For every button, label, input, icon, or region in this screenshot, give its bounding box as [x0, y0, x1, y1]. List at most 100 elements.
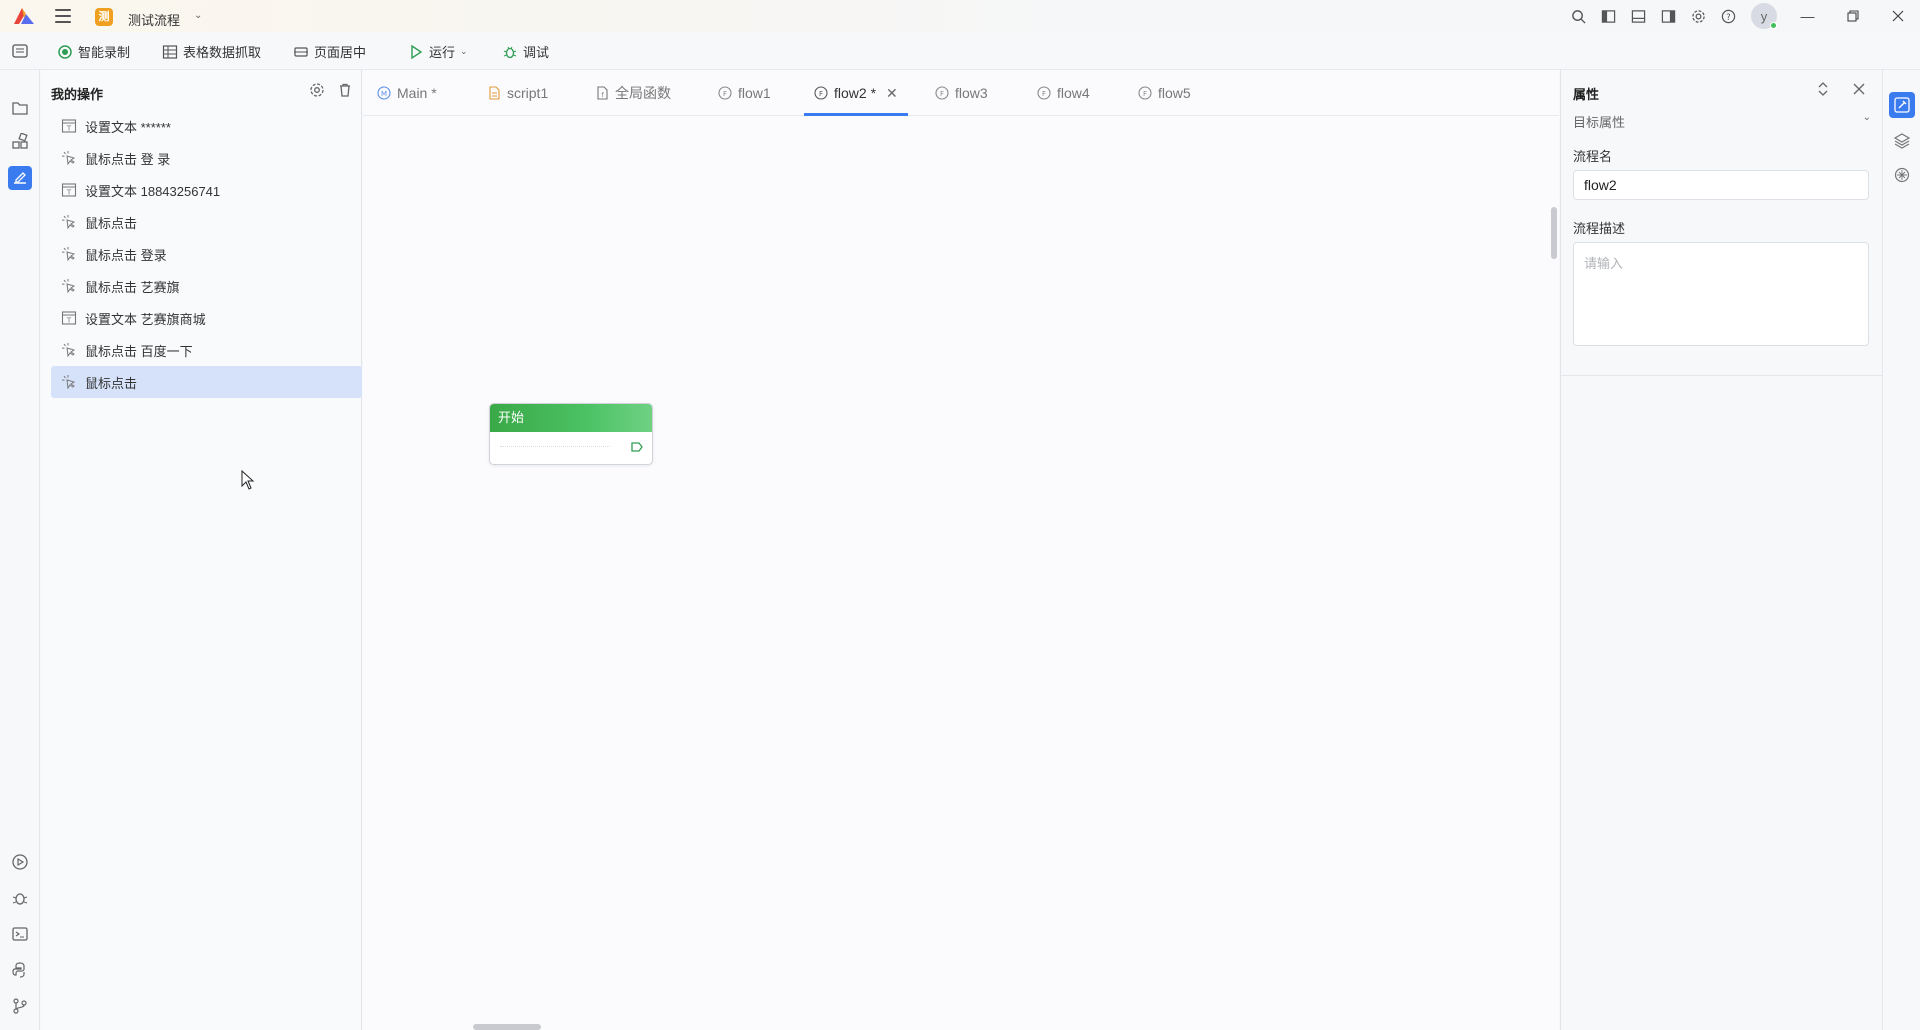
svg-text:T: T	[66, 125, 72, 133]
svg-text:F: F	[940, 90, 944, 98]
minimize-button[interactable]: —	[1785, 0, 1830, 32]
run-button[interactable]: 运行 ⌄	[408, 42, 468, 61]
tab-flow3[interactable]: F flow3	[935, 70, 988, 116]
list-item[interactable]: 鼠标点击	[51, 366, 362, 398]
flow-desc-textarea[interactable]	[1573, 242, 1869, 346]
tab-flow5[interactable]: F flow5	[1138, 70, 1191, 116]
toggle-left-panel-icon[interactable]	[1593, 0, 1623, 32]
my-operations-icon[interactable]	[8, 166, 32, 190]
toggle-right-panel-icon[interactable]	[1653, 0, 1683, 32]
list-item[interactable]: 鼠标点击 登 录	[51, 142, 362, 174]
list-item-label: 设置文本 ******	[85, 119, 171, 135]
tab-label: 全局函数	[615, 85, 671, 101]
tab-flow1[interactable]: F flow1	[718, 70, 771, 116]
list-item[interactable]: T 设置文本 ******	[51, 110, 362, 142]
list-item[interactable]: 鼠标点击 百度一下	[51, 334, 362, 366]
table-capture-button[interactable]: 表格数据抓取	[162, 42, 261, 61]
list-item-label: 设置文本 艺赛旗商城	[85, 311, 206, 327]
right-tool-strip	[1882, 70, 1920, 1030]
list-item[interactable]: 鼠标点击 登录	[51, 238, 362, 270]
settings-gear-icon[interactable]	[1683, 0, 1713, 32]
vertical-scrollbar[interactable]	[1551, 207, 1557, 259]
smart-record-button[interactable]: 智能录制	[57, 42, 130, 61]
trash-icon[interactable]	[337, 82, 353, 98]
close-window-button[interactable]	[1875, 0, 1920, 32]
toggle-bottom-panel-icon[interactable]	[1623, 0, 1653, 32]
list-item-label: 鼠标点击	[85, 215, 138, 231]
layers-icon[interactable]	[1889, 128, 1915, 154]
list-item[interactable]: T 设置文本 18843256741	[51, 174, 362, 206]
panel-icon[interactable]	[12, 44, 28, 58]
editor-tabs: M Main * script1 f 全局函数 F flow1 F flow2 …	[363, 70, 1559, 116]
flow-canvas[interactable]: 开始	[363, 117, 1559, 1030]
debug-button[interactable]: 调试	[502, 42, 549, 61]
close-tab-icon[interactable]: ✕	[886, 85, 898, 102]
close-icon[interactable]	[1852, 82, 1866, 96]
properties-panel: 属性 目标属性 ⌄ 流程名 流程描述	[1560, 70, 1883, 1030]
git-branch-icon[interactable]	[8, 994, 32, 1018]
flow-icon: F	[935, 86, 949, 100]
flow-name-input[interactable]	[1573, 170, 1869, 200]
tab-flow2[interactable]: F flow2 * ✕	[804, 70, 908, 116]
tab-flow4[interactable]: F flow4	[1037, 70, 1090, 116]
page-center-label: 页面居中	[314, 45, 367, 60]
list-item-label: 设置文本 18843256741	[85, 183, 221, 199]
debug-panel-icon[interactable]	[8, 886, 32, 910]
chevron-down-icon[interactable]: ⌄	[194, 10, 202, 21]
menu-icon[interactable]	[55, 9, 71, 23]
online-status-dot	[1770, 22, 1777, 29]
tab-label: flow1	[738, 85, 771, 101]
title-bar: 测 测试流程 ⌄ ? y —	[0, 0, 1920, 32]
list-item[interactable]: T 设置文本 艺赛旗商城	[51, 302, 362, 334]
project-name[interactable]: 测试流程	[128, 10, 180, 29]
svg-text:T: T	[66, 189, 72, 197]
bug-icon	[503, 46, 517, 58]
output-port-icon[interactable]	[630, 440, 644, 454]
start-node[interactable]: 开始	[489, 403, 653, 465]
operations-list: T 设置文本 ****** 鼠标点击 登 录 T 设置文本 1884325674…	[51, 110, 362, 398]
user-avatar[interactable]: y	[1751, 3, 1777, 29]
mouse-click-icon	[61, 375, 76, 390]
tab-label: flow3	[955, 85, 988, 101]
folder-icon[interactable]	[8, 96, 32, 120]
svg-text:f: f	[601, 92, 604, 99]
restore-button[interactable]	[1830, 0, 1875, 32]
target-properties-section[interactable]: 目标属性 ⌄	[1573, 112, 1871, 131]
tab-label: Main *	[397, 85, 437, 101]
horizontal-scrollbar[interactable]	[473, 1024, 541, 1030]
svg-text:F: F	[1042, 90, 1046, 98]
flow-desc-label: 流程描述	[1573, 221, 1626, 236]
help-icon[interactable]: ?	[1713, 0, 1743, 32]
table-capture-label: 表格数据抓取	[183, 45, 262, 60]
tab-main[interactable]: M Main *	[377, 70, 437, 116]
list-item[interactable]: 鼠标点击 艺赛旗	[51, 270, 362, 302]
svg-text:F: F	[819, 90, 823, 98]
center-icon	[294, 46, 308, 57]
tab-label: flow5	[1158, 85, 1191, 101]
my-operations-panel: 我的操作 T 设置文本 ****** 鼠标点击 登 录 T 设置文本 18843…	[41, 70, 362, 1030]
panel-title: 我的操作	[51, 87, 104, 102]
expand-collapse-icon[interactable]	[1816, 82, 1830, 96]
tab-global-functions[interactable]: f 全局函数	[595, 70, 671, 116]
page-center-button[interactable]: 页面居中	[293, 42, 366, 61]
search-icon[interactable]	[1563, 0, 1593, 32]
properties-tool-icon[interactable]	[1889, 92, 1915, 118]
smart-record-label: 智能录制	[78, 45, 131, 60]
run-label: 运行	[429, 45, 456, 60]
list-item[interactable]: 鼠标点击	[51, 206, 362, 238]
set-text-icon: T	[61, 311, 77, 325]
mouse-click-icon	[61, 343, 76, 358]
set-text-icon: T	[61, 183, 77, 197]
main-icon: M	[377, 86, 391, 100]
python-icon[interactable]	[8, 958, 32, 982]
tab-script1[interactable]: script1	[487, 70, 548, 116]
components-icon[interactable]	[8, 130, 32, 154]
flow-icon: F	[1138, 86, 1152, 100]
flow-name-label: 流程名	[1573, 149, 1613, 164]
editor-area: M Main * script1 f 全局函数 F flow1 F flow2 …	[363, 70, 1559, 1030]
settings-icon[interactable]	[309, 82, 325, 98]
terminal-icon[interactable]	[8, 922, 32, 946]
run-dropdown-chevron-icon[interactable]: ⌄	[460, 46, 468, 57]
ai-assistant-icon[interactable]	[1889, 162, 1915, 188]
run-history-icon[interactable]	[8, 850, 32, 874]
